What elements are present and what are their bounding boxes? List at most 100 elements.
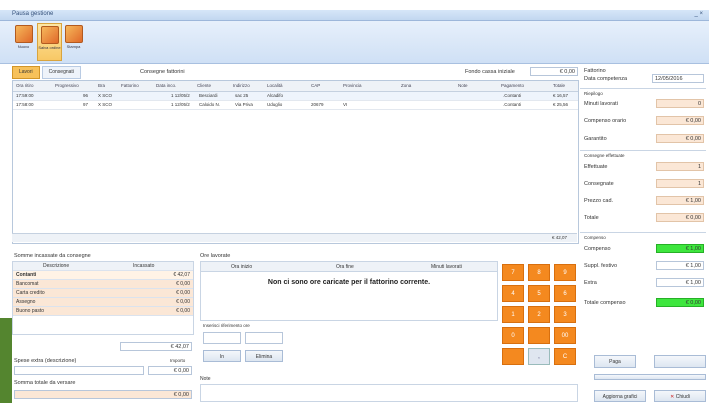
cell: € 25,56	[553, 102, 569, 107]
cell: Besciardi	[199, 93, 218, 98]
table-row[interactable]: Bancomat € 0,00	[13, 280, 193, 289]
col-progressivo[interactable]: Progressivo	[55, 83, 79, 88]
col-zona[interactable]: Zona	[401, 83, 411, 88]
prezzo-field[interactable]: € 1,00	[656, 196, 704, 205]
key-5[interactable]: 5	[528, 285, 550, 302]
right-title: Fattorino	[584, 68, 606, 74]
key-00[interactable]: 00	[554, 327, 576, 344]
spese-importo-input[interactable]: € 0,00	[148, 366, 192, 375]
tab-lavori[interactable]: Lavori	[12, 66, 40, 79]
col-pagamento[interactable]: Pagamento	[501, 83, 524, 88]
key-0[interactable]: 0	[502, 327, 524, 344]
key-1[interactable]: 1	[502, 306, 524, 323]
compenso-orario-field[interactable]: € 0,00	[656, 116, 704, 125]
prezzo-label: Prezzo cad.	[584, 198, 614, 204]
compenso-orario-label: Compenso orario	[584, 118, 627, 124]
ribbon-button-new[interactable]: Nuovo	[12, 23, 35, 59]
key-9[interactable]: 9	[554, 264, 576, 281]
section-compenso: Compenso	[584, 235, 606, 240]
chiudi-button[interactable]: ✕ Chiudi	[654, 390, 706, 402]
new-icon	[14, 25, 33, 43]
paga-button[interactable]: Paga	[594, 355, 636, 368]
table-row[interactable]: Assegno € 0,00	[13, 298, 193, 307]
suppl-festivo-field[interactable]: € 1,00	[656, 261, 704, 270]
ribbon: Nuovo Salva ordine Stampa	[0, 21, 709, 64]
col-cap[interactable]: CAP	[311, 83, 320, 88]
inserisci-label: Inserisci riferimento ore	[203, 323, 250, 328]
table-row[interactable]: Carta credito € 0,00	[13, 289, 193, 298]
data-competenza-input[interactable]: 12/05/2016	[652, 74, 704, 83]
col-localita[interactable]: Località	[267, 83, 283, 88]
tab-consegnati[interactable]: Consegnati	[41, 66, 81, 79]
effettuate-field[interactable]: 1	[656, 162, 704, 171]
effettuate-label: Effettuate	[584, 164, 608, 170]
grid-header: Ora ritiro Progressivo Bra Fattorino Dat…	[13, 81, 578, 92]
extra-label: Extra	[584, 280, 597, 286]
versare-field[interactable]: € 0,00	[14, 390, 192, 399]
col-cliente[interactable]: Cliente	[197, 83, 211, 88]
right-panel: Fattorino Data competenza 12/05/2016 Rie…	[580, 66, 706, 402]
cell: € 0,00	[176, 299, 190, 305]
cell: € 42,07	[173, 272, 190, 278]
fondo-cassa-input[interactable]: € 0,00	[530, 67, 578, 76]
window-title: Pausa gestione	[12, 11, 54, 17]
key-comma[interactable]: ,	[528, 348, 550, 365]
spese-desc-input[interactable]	[14, 366, 144, 375]
totale-consegne-field[interactable]: € 0,00	[656, 213, 704, 222]
ora-fine-input[interactable]	[245, 332, 283, 344]
extra-field[interactable]: € 1,00	[656, 278, 704, 287]
key-6[interactable]: 6	[554, 285, 576, 302]
cell: 96	[83, 93, 89, 98]
window-controls[interactable]: _ ×	[694, 11, 703, 17]
col-indirizzo[interactable]: Indirizzo	[233, 83, 250, 88]
suppl-festivo-label: Suppl. festivo	[584, 263, 618, 269]
compenso-field[interactable]: € 1,00	[656, 244, 704, 253]
key-4[interactable]: 4	[502, 285, 524, 302]
cell: sac 25	[235, 93, 249, 98]
key-2[interactable]: 2	[528, 306, 550, 323]
ribbon-button-save[interactable]: Salva ordine	[37, 23, 62, 61]
col-ora-ritiro[interactable]: Ora ritiro	[16, 83, 34, 88]
aggiorna-grafici-button[interactable]: Aggiorna grafici	[594, 390, 646, 402]
totale-compenso-field[interactable]: € 0,00	[656, 298, 704, 307]
incasso-table: Descrizione Incassato Contanti € 42,07 B…	[12, 261, 194, 335]
ore-col-minuti: Minuti lavorati	[431, 264, 462, 270]
consegne-grid: Ora ritiro Progressivo Bra Fattorino Dat…	[12, 80, 579, 244]
ora-inizio-input[interactable]	[203, 332, 241, 344]
table-row[interactable]: 17:58:00 97 X SCO 1 12/05/2 Caloido N. V…	[13, 101, 578, 110]
key-empty[interactable]	[528, 327, 550, 344]
aggiorna-button[interactable]	[654, 355, 706, 368]
keypad: 7 8 9 4 5 6 1 2 3 0 00 , C	[500, 262, 578, 372]
consegnate-field[interactable]: 1	[656, 179, 704, 188]
table-row[interactable]: Contanti € 42,07	[13, 271, 193, 280]
key-blank[interactable]	[502, 348, 524, 365]
col-note[interactable]: Note	[458, 83, 468, 88]
ore-col-fine: Ora fine	[336, 264, 354, 270]
key-8[interactable]: 8	[528, 264, 550, 281]
key-clear[interactable]: C	[554, 348, 576, 365]
cell: Bancomat	[16, 281, 39, 287]
col-provincia[interactable]: Provincia	[343, 83, 362, 88]
in-button[interactable]: In	[203, 350, 241, 362]
elimina-button[interactable]: Elimina	[245, 350, 283, 362]
note-textarea[interactable]	[200, 384, 578, 402]
cell: 20679	[311, 102, 324, 107]
garantito-field[interactable]: € 0,00	[656, 134, 704, 143]
cell: 17:59:00	[16, 93, 34, 98]
col-totale[interactable]: Totale	[553, 83, 565, 88]
minuti-field[interactable]: 0	[656, 99, 704, 108]
col-data[interactable]: Data inco.	[156, 83, 176, 88]
table-row[interactable]: 17:59:00 96 X SCO 1 12/05/2 Besciardi sa…	[13, 92, 578, 101]
compenso-label: Compenso	[584, 246, 611, 252]
key-3[interactable]: 3	[554, 306, 576, 323]
separator-button	[594, 374, 706, 380]
spese-label: Spese extra (descrizione)	[14, 358, 77, 364]
col-fattorino[interactable]: Fattorino	[121, 83, 139, 88]
title-bar: Pausa gestione _ ×	[0, 10, 709, 21]
col-bra[interactable]: Bra	[98, 83, 105, 88]
ribbon-label: Stampa	[66, 44, 81, 49]
ribbon-button-print[interactable]: Stampa	[62, 23, 85, 59]
table-row[interactable]: Buono pasto € 0,00	[13, 307, 193, 316]
ore-title: Ore lavorate	[200, 253, 231, 259]
key-7[interactable]: 7	[502, 264, 524, 281]
